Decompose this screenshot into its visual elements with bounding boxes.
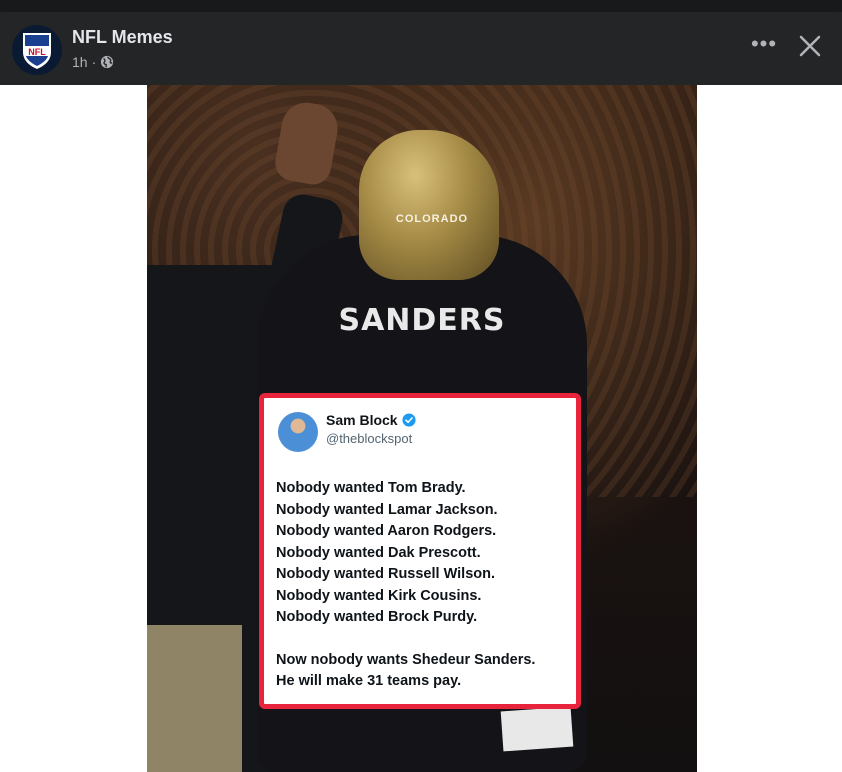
close-button[interactable] <box>794 30 826 62</box>
tweet-author-row: Sam Block <box>326 412 416 428</box>
meta-separator: · <box>91 54 97 70</box>
avatar-logo-text: NFL <box>28 47 46 57</box>
tweet-avatar <box>278 412 318 452</box>
tweet-line: Nobody wanted Lamar Jackson. <box>276 501 498 518</box>
post-meta: 1h · <box>72 54 114 70</box>
tweet-closing-line: He will make 31 teams pay. <box>276 673 462 689</box>
helmet-text: COLORADO <box>395 213 469 225</box>
tweet-body: Nobody wanted Tom Brady. Nobody wanted L… <box>276 478 576 693</box>
tweet-line: Nobody wanted Tom Brady. <box>276 480 466 496</box>
close-icon <box>799 35 821 57</box>
page-name[interactable]: NFL Memes <box>72 27 173 48</box>
window-top-strip <box>0 0 842 12</box>
tweet-closing-line: Now nobody wants Shedeur Sanders. <box>276 651 536 668</box>
page-avatar[interactable]: NFL <box>12 25 62 75</box>
tweet-paragraph-gap <box>276 629 576 650</box>
jersey-name: SANDERS <box>338 303 506 338</box>
tweet-line: Nobody wanted Kirk Cousins. <box>276 587 482 604</box>
post-time[interactable]: 1h <box>72 54 88 70</box>
coach-pants <box>147 625 242 772</box>
tweet-line: Nobody wanted Aaron Rodgers. <box>276 523 497 539</box>
tweet-author-name: Sam Block <box>326 412 398 428</box>
verified-badge-icon <box>402 413 416 427</box>
towel <box>500 706 574 752</box>
post-image[interactable]: COLORADO SANDERS Sam Block @theblockspot… <box>147 85 697 772</box>
tweet-line: Nobody wanted Dak Prescott. <box>276 544 481 561</box>
tweet-card: Sam Block @theblockspot Nobody wanted To… <box>259 393 581 709</box>
globe-icon[interactable] <box>100 55 114 69</box>
tweet-line: Nobody wanted Russell Wilson. <box>276 566 496 582</box>
nfl-shield-logo: NFL <box>23 33 51 69</box>
more-options-button[interactable]: ••• <box>748 33 780 62</box>
tweet-handle: @theblockspot <box>326 431 413 446</box>
player-helmet <box>359 130 499 280</box>
tweet-line: Nobody wanted Brock Purdy. <box>276 609 478 625</box>
post-header: NFL NFL Memes 1h · ••• <box>0 12 842 85</box>
post-content: COLORADO SANDERS Sam Block @theblockspot… <box>0 85 842 772</box>
